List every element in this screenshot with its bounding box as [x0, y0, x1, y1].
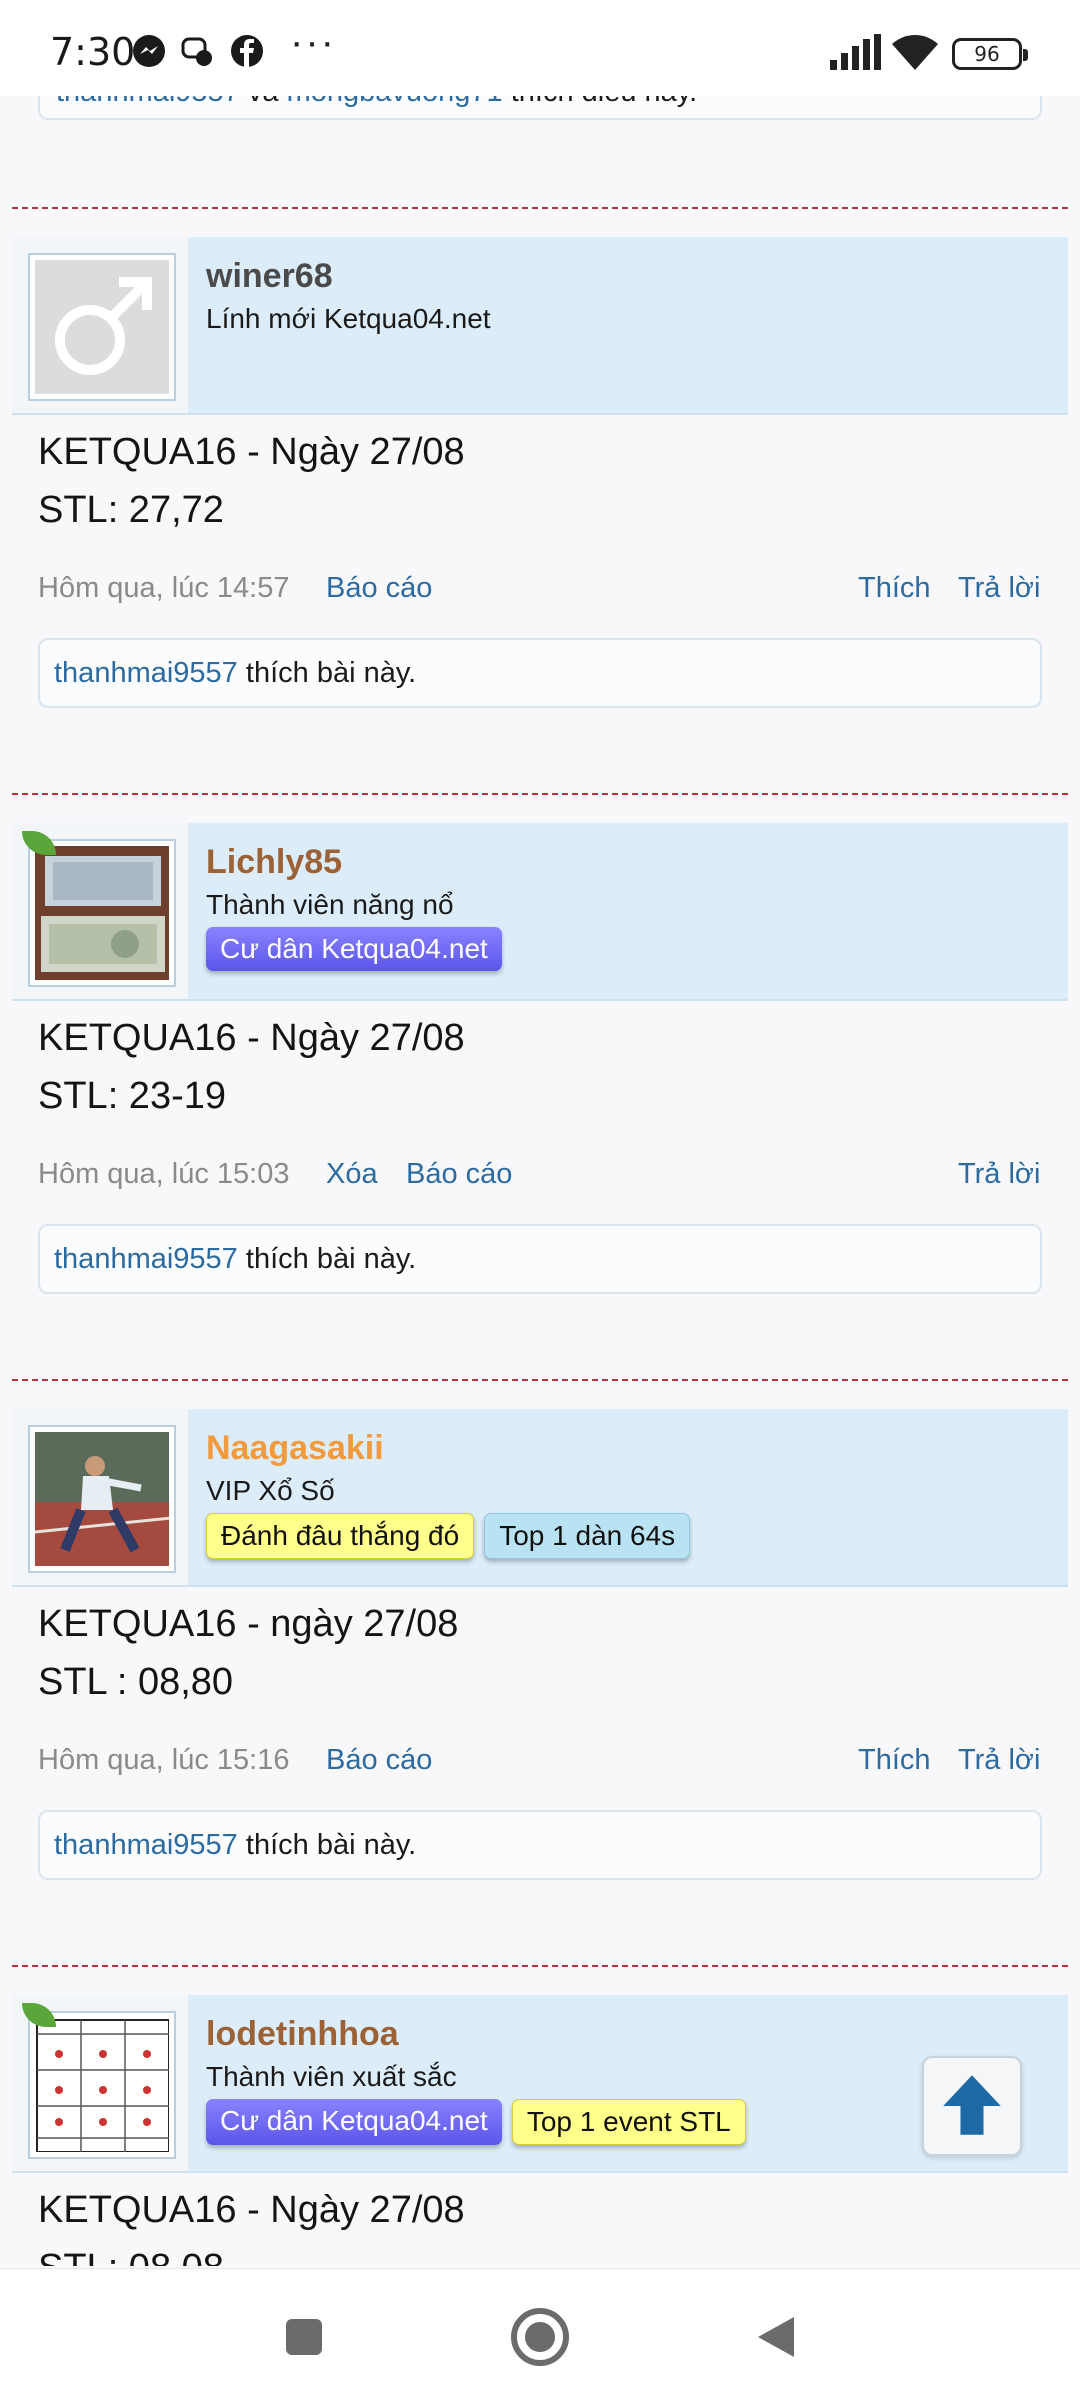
user-title: Thành viên năng nổ	[206, 889, 454, 920]
male-symbol-icon	[55, 277, 152, 375]
previous-post-likes: thanhmai9557 và mongbavuong71 thích điều…	[38, 96, 1042, 120]
username[interactable]: winer68	[206, 257, 333, 296]
report-link[interactable]: Báo cáo	[326, 572, 432, 605]
liker-link[interactable]: thanhmai9557	[54, 1243, 238, 1275]
likes-summary: thanhmai9557 thích bài này.	[38, 1224, 1042, 1294]
post-divider	[12, 1965, 1068, 1967]
liker-link[interactable]: thanhmai9557	[54, 1829, 238, 1861]
post-header: Naagasakii VIP Xổ Số Đánh đâu thắng đó T…	[12, 1409, 1068, 1587]
messenger-icon	[133, 35, 165, 67]
like-link[interactable]: Thích	[858, 1744, 931, 1777]
post-divider	[12, 793, 1068, 795]
delete-link[interactable]: Xóa	[326, 1158, 378, 1191]
home-circle-icon[interactable]	[500, 2297, 580, 2377]
username[interactable]: lodetinhhoa	[206, 2015, 399, 2054]
banknote-photo	[35, 846, 169, 980]
post-message: KETQUA16 - Ngày 27/08 STL: 08,08	[38, 2189, 465, 2266]
post-meta: Hôm qua, lúc 15:16 Báo cáo Thích Trả lời	[38, 1744, 1042, 1784]
avatar[interactable]	[28, 253, 176, 401]
back-triangle-icon[interactable]	[736, 2297, 816, 2377]
user-badge: Top 1 event STL	[511, 2099, 746, 2145]
coach-photo	[35, 1432, 169, 1566]
reply-link[interactable]: Trả lời	[958, 1744, 1040, 1777]
username[interactable]: Lichly85	[206, 843, 342, 882]
post-divider	[12, 207, 1068, 209]
user-badge: Cư dân Ketqua04.net	[206, 927, 502, 971]
user-title: Lính mới Ketqua04.net	[206, 303, 491, 334]
facebook-icon	[231, 35, 263, 67]
reply-link[interactable]: Trả lời	[958, 1158, 1040, 1191]
likes-summary: thanhmai9557 thích bài này.	[38, 1810, 1042, 1880]
username[interactable]: Naagasakii	[206, 1429, 384, 1468]
scroll-to-top-button[interactable]	[922, 2056, 1022, 2156]
user-title: Thành viên xuất sắc	[206, 2061, 457, 2092]
user-title: VIP Xổ Số	[206, 1475, 335, 1506]
arrow-up-icon	[943, 2075, 1001, 2135]
avatar[interactable]	[28, 2011, 176, 2159]
post-header: winer68 Lính mới Ketqua04.net	[12, 237, 1068, 415]
avatar[interactable]	[28, 1425, 176, 1573]
user-badge: Đánh đâu thắng đó	[206, 1513, 475, 1559]
post-header: Lichly85 Thành viên năng nổ Cư dân Ketqu…	[12, 823, 1068, 1001]
status-bar: 7:30 ··· 96	[0, 0, 1080, 96]
signal-icon	[830, 34, 881, 70]
avatar[interactable]	[28, 839, 176, 987]
post-date[interactable]: Hôm qua, lúc 15:03	[38, 1158, 289, 1191]
likes-summary: thanhmai9557 thích bài này.	[38, 638, 1042, 708]
report-link[interactable]: Báo cáo	[326, 1744, 432, 1777]
like-link[interactable]: Thích	[858, 572, 931, 605]
user-badge: Cư dân Ketqua04.net	[206, 2099, 502, 2145]
post-message: KETQUA16 - Ngày 27/08 STL: 23-19	[38, 1017, 465, 1117]
thread-content[interactable]: thanhmai9557 và mongbavuong71 thích điều…	[0, 96, 1080, 2266]
liker-link[interactable]: thanhmai9557	[54, 657, 238, 689]
post-divider	[12, 1379, 1068, 1381]
lottery-table-image	[36, 2019, 169, 2152]
battery-indicator: 96	[952, 38, 1028, 70]
post-date[interactable]: Hôm qua, lúc 14:57	[38, 572, 289, 605]
post-message: KETQUA16 - ngày 27/08 STL : 08,80	[38, 1603, 459, 1703]
post-message: KETQUA16 - Ngày 27/08 STL: 27,72	[38, 431, 465, 531]
wifi-icon	[892, 35, 938, 70]
more-notifications-icon: ···	[290, 20, 336, 64]
user-badge: Top 1 dàn 64s	[484, 1513, 691, 1559]
status-time: 7:30	[50, 30, 136, 74]
messenger-chat-icon	[181, 37, 212, 66]
liker-link[interactable]: mongbavuong71	[287, 96, 503, 108]
recents-square-icon[interactable]	[264, 2297, 344, 2377]
reply-link[interactable]: Trả lời	[958, 572, 1040, 605]
post-header: lodetinhhoa Thành viên xuất sắc Cư dân K…	[12, 1995, 1068, 2173]
post-date[interactable]: Hôm qua, lúc 15:16	[38, 1744, 289, 1777]
liker-link[interactable]: thanhmai9557	[56, 96, 240, 108]
post-meta: Hôm qua, lúc 14:57 Báo cáo Thích Trả lời	[38, 572, 1042, 612]
post-meta: Hôm qua, lúc 15:03 Xóa Báo cáo Trả lời	[38, 1158, 1042, 1198]
report-link[interactable]: Báo cáo	[406, 1158, 512, 1191]
navigation-bar	[0, 2268, 1080, 2400]
